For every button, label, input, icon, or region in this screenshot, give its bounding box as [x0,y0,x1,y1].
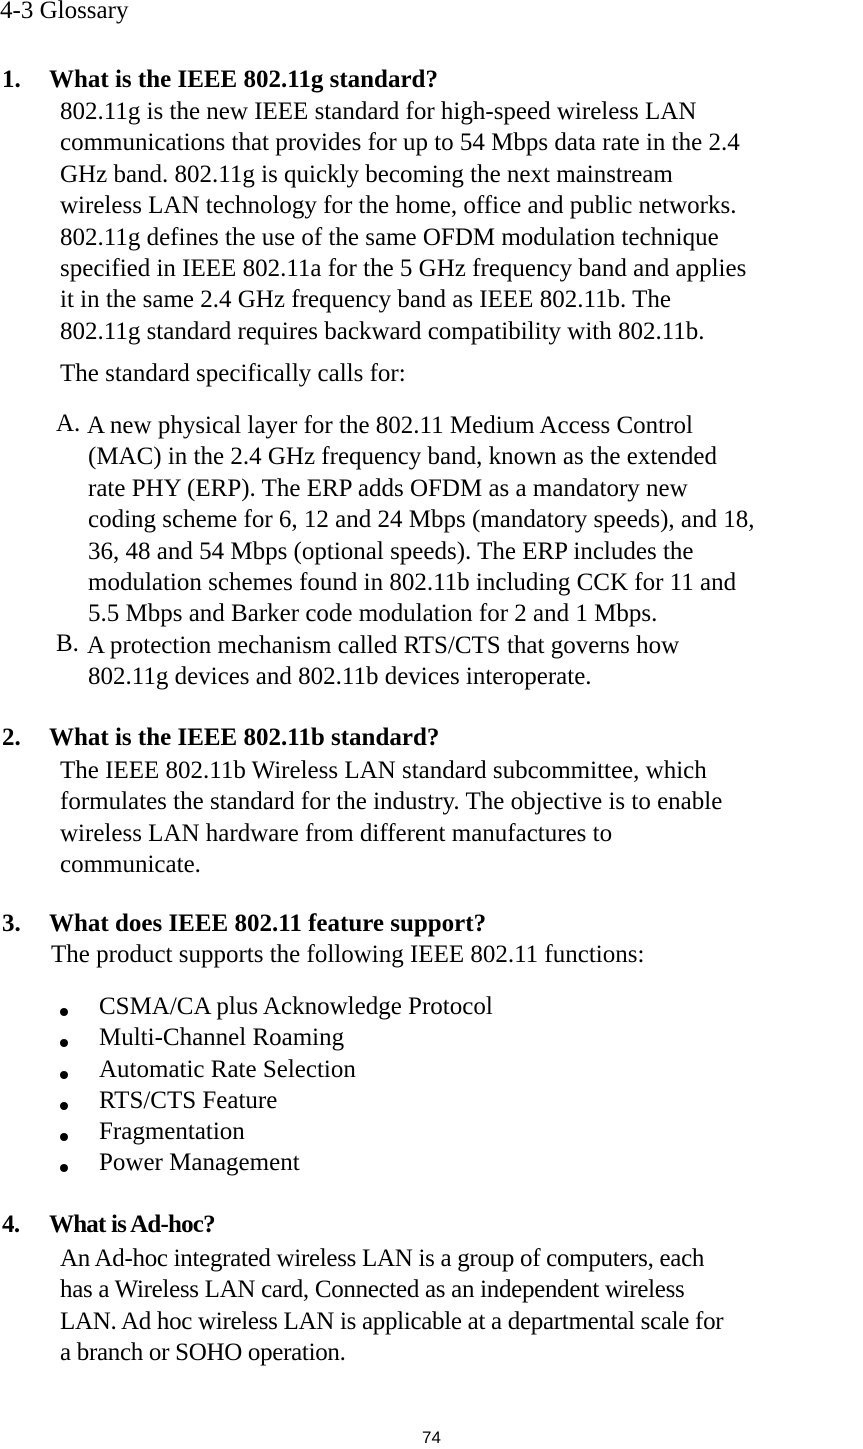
answer-line: formulates the standard for the industry… [60,788,723,816]
answer-line: 802.11g defines the use of the same OFDM… [60,223,719,251]
answer-line: LAN. Ad hoc wireless LAN is applicable a… [60,1307,724,1335]
item-b-text: A protection mechanism called RTS/CTS th… [87,630,679,693]
answer-paragraph: 802.11g is the new IEEE standard for hig… [60,96,746,347]
answer-line: wireless LAN technology for the home, of… [60,192,737,220]
item-line: coding scheme for 6, 12 and 24 Mbps (man… [88,506,755,534]
answer-line: GHz band. 802.11g is quickly becoming th… [60,160,673,188]
bullet-icon [60,1102,68,1110]
item-line: rate PHY (ERP). The ERP adds OFDM as a m… [88,474,688,502]
question-heading: What is Ad-hoc? [49,1211,216,1238]
feature-item: Fragmentation [99,1118,245,1145]
answer-paragraph: The IEEE 802.11b Wireless LAN standard s… [60,755,722,881]
question-number: 3. [2,910,21,937]
page-number: 74 [422,1428,441,1447]
answer-line: communications that provides for up to 5… [60,129,740,157]
answer-line: wireless LAN hardware from different man… [60,819,613,847]
answer-line: 802.11g standard requires backward compa… [60,317,705,345]
section-title: 4-3 Glossary [0,0,129,24]
question-number: 1. [2,66,21,93]
feature-item: RTS/CTS Feature [99,1087,278,1114]
item-label-a: A. [56,410,81,437]
answer-line: has a Wireless LAN card, Connected as an… [60,1276,685,1304]
bullet-icon [60,1008,68,1016]
answer-line: The IEEE 802.11b Wireless LAN standard s… [60,757,707,784]
question-heading: What does IEEE 802.11 feature support? [49,910,487,937]
answer-line: 802.11g is the new IEEE standard for hig… [60,98,697,125]
bullet-icon [60,1133,68,1141]
item-line: 802.11g devices and 802.11b devices inte… [88,663,592,691]
question-number: 2. [2,724,21,751]
item-line: 36, 48 and 54 Mbps (optional speeds). Th… [88,537,694,565]
item-line: 5.5 Mbps and Barker code modulation for … [88,600,658,628]
answer-line: specified in IEEE 802.11a for the 5 GHz … [60,255,747,283]
calls-for-intro: The standard specifically calls for: [60,360,406,387]
item-line: A protection mechanism called RTS/CTS th… [87,632,680,659]
answer-line: An Ad-hoc integrated wireless LAN is a g… [60,1245,705,1272]
item-a-text: A new physical layer for the 802.11 Medi… [87,410,755,630]
item-label-b: B. [56,630,79,657]
bullet-icon [60,1039,68,1047]
question-number: 4. [2,1211,20,1238]
bullet-icon [60,1071,68,1079]
question-heading: What is the IEEE 802.11b standard? [49,724,440,751]
answer-line: communicate. [60,851,201,879]
item-line: A new physical layer for the 802.11 Medi… [87,412,693,439]
feature-item: Multi-Channel Roaming [99,1024,345,1051]
answer-paragraph: An Ad-hoc integrated wireless LAN is a g… [60,1243,724,1369]
answer-line: it in the same 2.4 GHz frequency band as… [60,286,671,314]
item-line: modulation schemes found in 802.11b incl… [88,569,737,597]
feature-item: Automatic Rate Selection [99,1056,356,1083]
feature-intro: The product supports the following IEEE … [51,941,645,968]
answer-line: a branch or SOHO operation. [60,1339,346,1367]
item-line: (MAC) in the 2.4 GHz frequency band, kno… [88,443,717,471]
question-heading: What is the IEEE 802.11g standard? [49,66,438,93]
feature-item: Power Management [99,1149,300,1176]
feature-item: CSMA/CA plus Acknowledge Protocol [99,993,493,1020]
bullet-icon [60,1164,68,1172]
